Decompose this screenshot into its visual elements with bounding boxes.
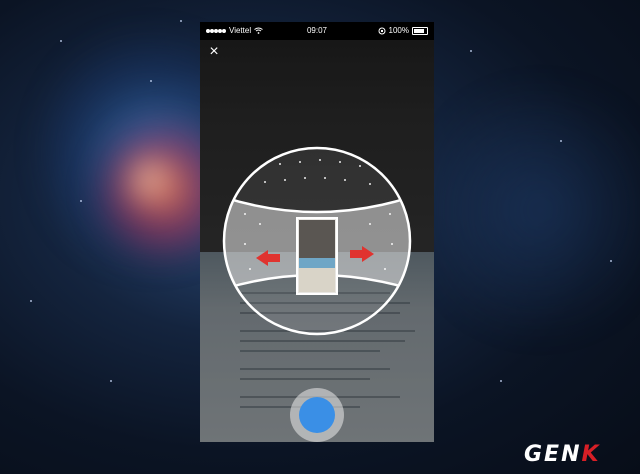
star [500,380,502,382]
captured-frame-bottom [299,268,335,292]
captured-frame-top [299,220,335,258]
status-bar: Viettel 09:07 100% [200,22,434,40]
rotation-lock-icon [378,27,386,34]
star [560,140,562,142]
battery-percent: 100% [388,26,409,35]
star [150,80,152,82]
nebula-core [120,150,180,210]
close-icon: × [209,43,219,60]
battery-icon [412,26,428,35]
status-right: 100% [378,26,428,35]
genk-logo: GENK [524,442,601,467]
star [180,20,182,22]
star [80,200,82,202]
nebula-right [430,60,640,360]
captured-frame-mid [299,258,335,268]
shutter-button[interactable] [299,397,335,433]
star [470,50,472,52]
star [60,40,62,42]
close-button[interactable]: × [206,44,222,60]
panorama-guide [222,146,412,336]
phone-screen: Viettel 09:07 100% × [200,22,434,442]
star [30,300,32,302]
star [610,260,612,262]
star [110,380,112,382]
